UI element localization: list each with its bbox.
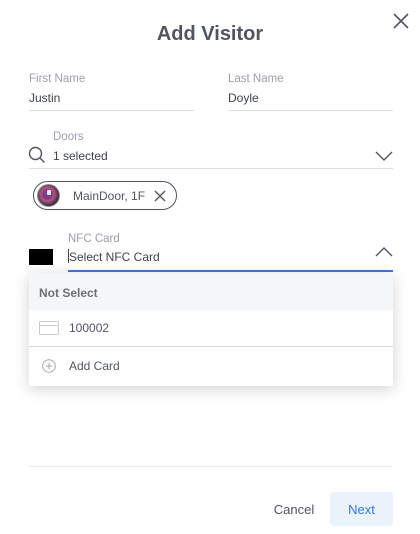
last-name-underline xyxy=(228,110,393,111)
dialog-title: Add Visitor xyxy=(156,23,264,45)
doors-select[interactable]: 1 selected xyxy=(53,149,108,163)
card-icon xyxy=(39,321,59,335)
option-add-card-label: Add Card xyxy=(69,358,120,373)
first-name-field[interactable]: Justin xyxy=(29,91,60,105)
remove-chip-icon[interactable] xyxy=(154,190,166,202)
last-name-field[interactable]: Doyle xyxy=(228,91,259,105)
plus-circle-icon xyxy=(42,358,56,373)
first-name-underline xyxy=(29,110,194,111)
nfc-card-label: NFC Card xyxy=(68,233,120,245)
option-not-select[interactable]: Not Select xyxy=(29,273,393,310)
text-cursor xyxy=(68,249,69,263)
doors-label: Doors xyxy=(53,131,84,143)
footer-divider xyxy=(29,466,393,467)
option-card-label: 100002 xyxy=(69,321,110,335)
doors-underline xyxy=(29,168,393,169)
nfc-card-icon xyxy=(29,249,53,265)
nfc-card-underline xyxy=(68,270,393,272)
cancel-button[interactable]: Cancel xyxy=(266,493,322,525)
first-name-label: First Name xyxy=(29,73,86,85)
close-icon[interactable] xyxy=(391,11,411,31)
door-chip-label: MainDoor, 1F xyxy=(73,188,146,203)
search-icon xyxy=(28,146,45,163)
nfc-card-dropdown: Not Select 100002 Add Card xyxy=(29,273,393,386)
chevron-down-icon[interactable] xyxy=(375,150,393,162)
option-add-card[interactable]: Add Card xyxy=(29,347,393,384)
door-avatar xyxy=(37,184,60,207)
option-card-100002[interactable]: 100002 xyxy=(29,310,393,347)
door-chip: MainDoor, 1F xyxy=(33,181,177,210)
nfc-card-select[interactable]: Select NFC Card xyxy=(69,250,160,264)
next-button[interactable]: Next xyxy=(330,492,393,526)
chevron-up-icon[interactable] xyxy=(375,246,393,258)
last-name-label: Last Name xyxy=(228,73,284,85)
